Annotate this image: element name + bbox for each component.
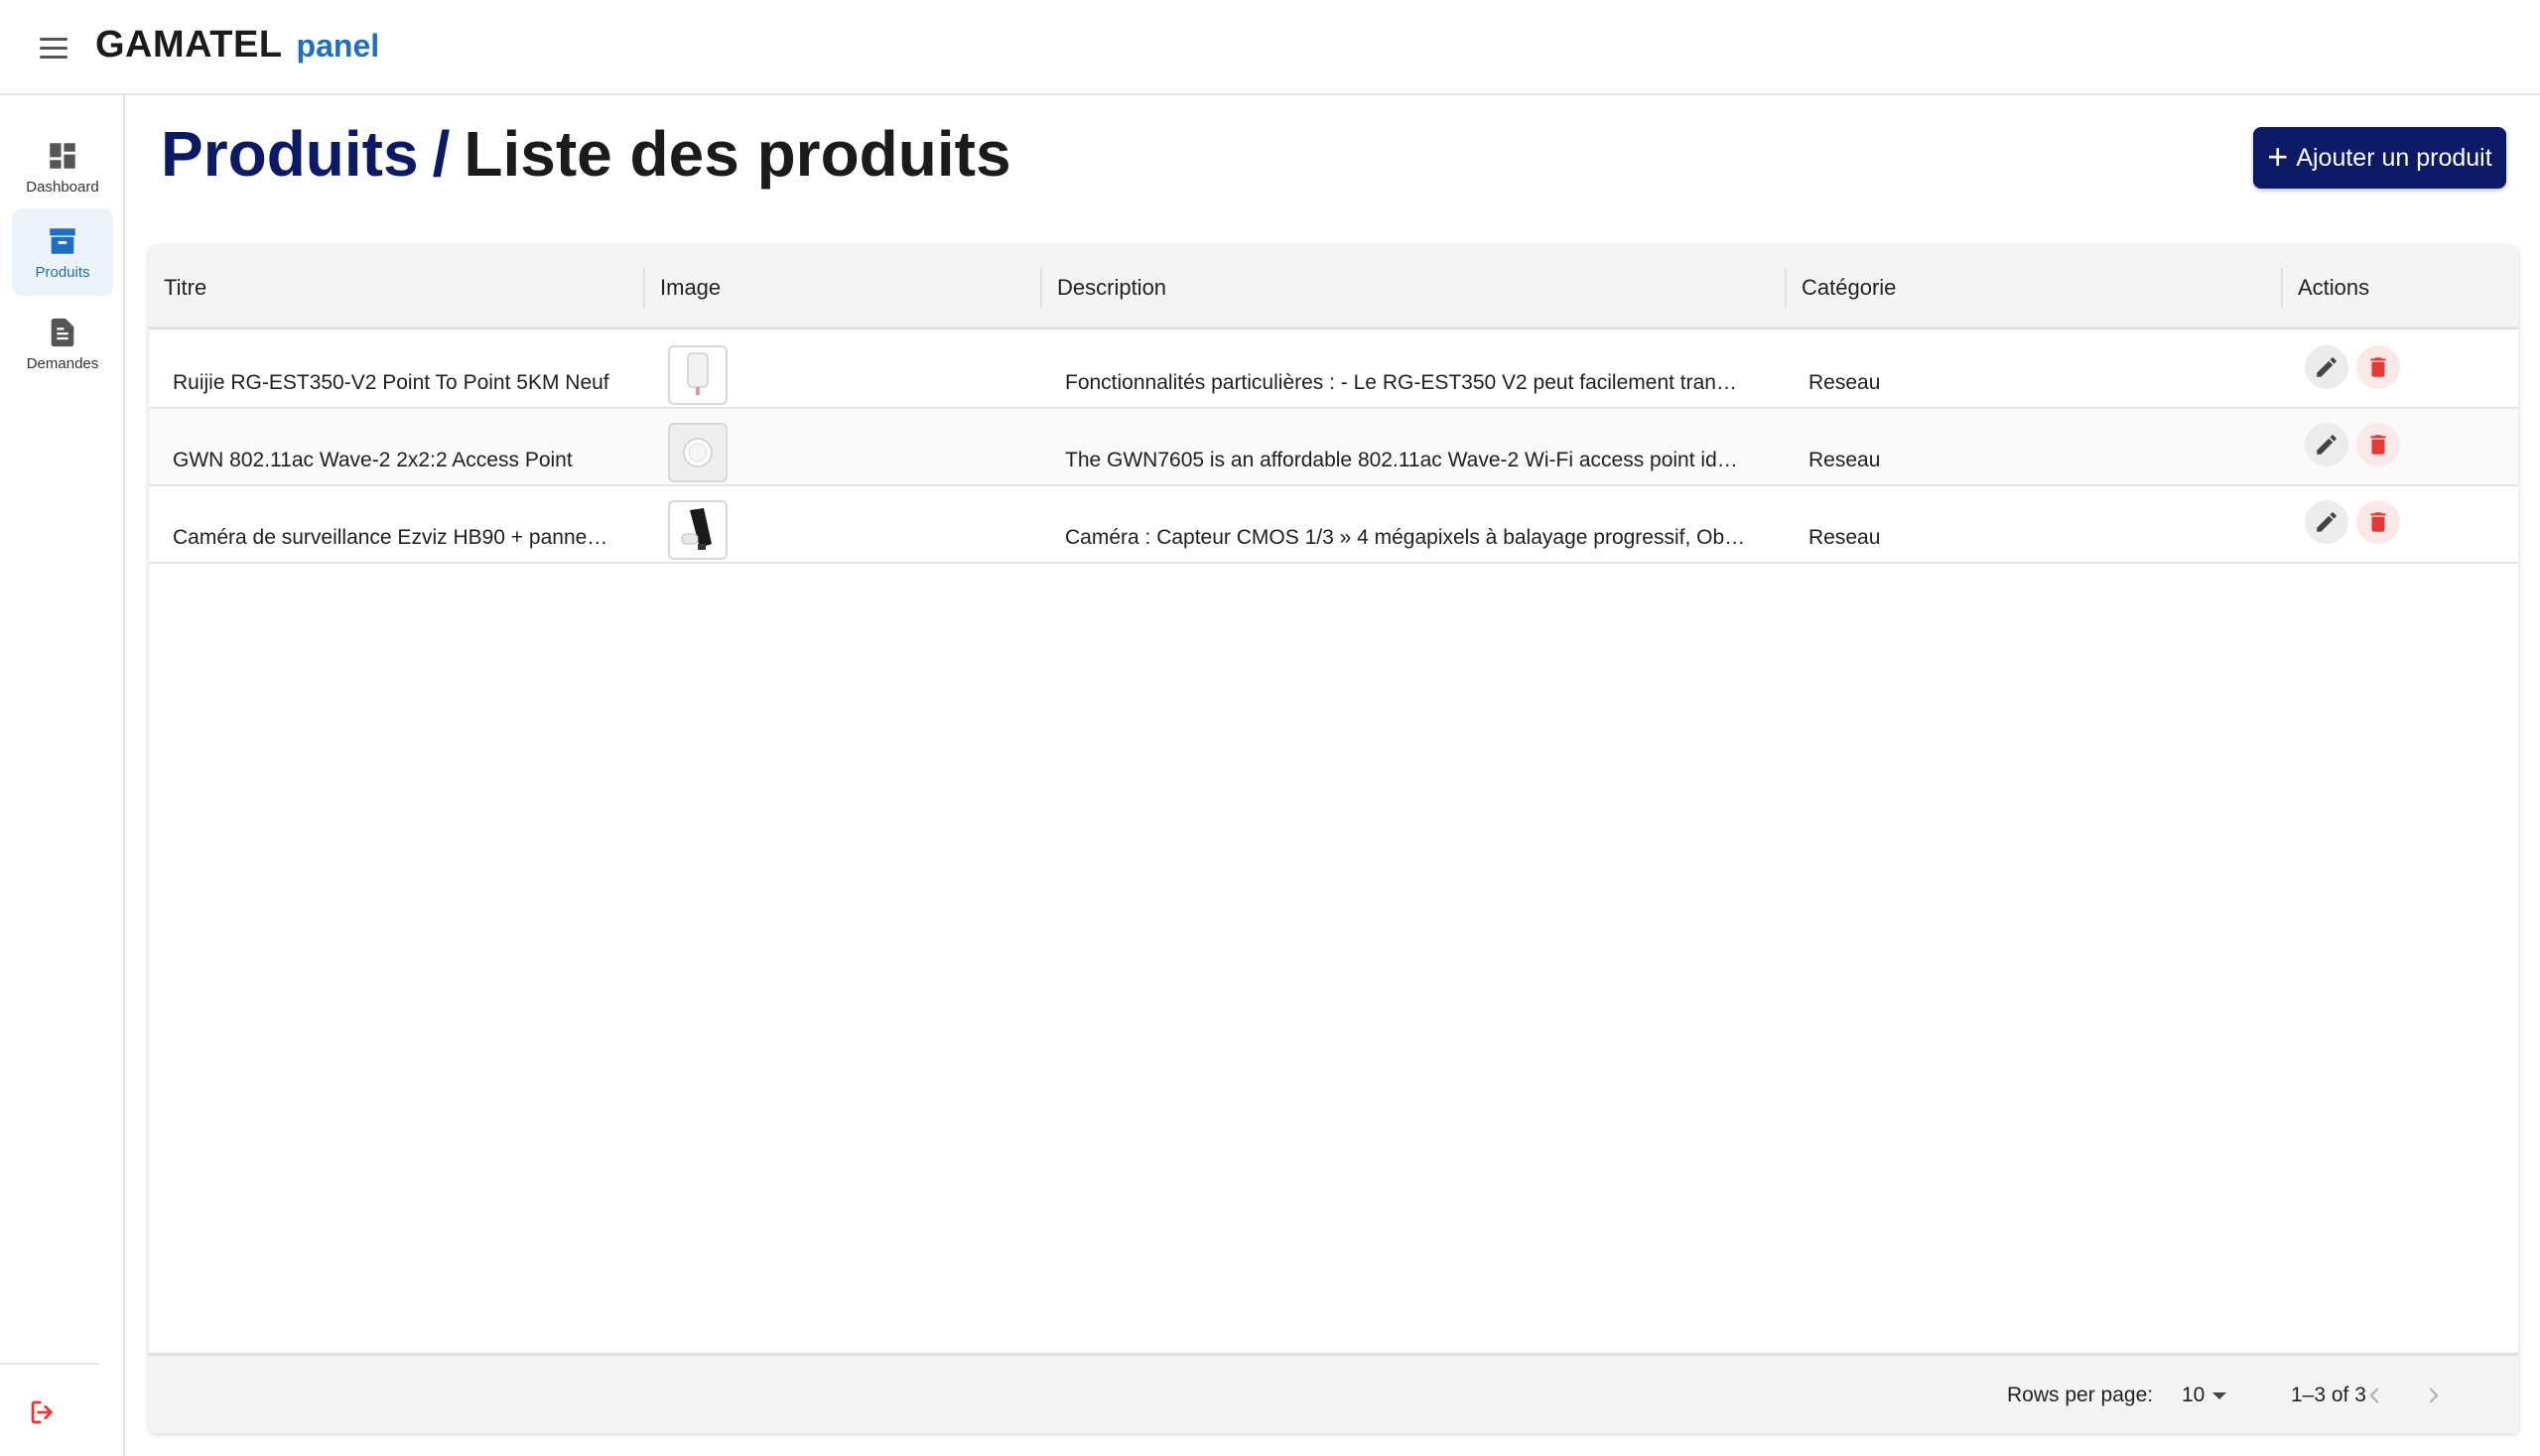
rows-per-page-select[interactable]: 10 [2182,1380,2245,1411]
page-title: Produits / Liste des produits [161,117,1011,197]
antenna-image-icon [687,352,709,395]
sidebar-item-demandes[interactable]: Demandes [12,300,113,387]
products-table: Titre Image Description Catégorie Action… [149,246,2518,1433]
sidebar-item-produits[interactable]: Produits [12,208,113,296]
logout-icon[interactable] [26,1395,60,1429]
access-point-image-icon [683,438,713,467]
edit-button[interactable] [2305,345,2348,389]
cell-title: Ruijie RG-EST350-V2 Point To Point 5KM N… [173,371,609,394]
delete-button[interactable] [2356,500,2400,544]
edit-button[interactable] [2305,500,2348,544]
dashboard-icon [46,139,79,173]
sidebar-item-dashboard[interactable]: Dashboard [12,123,113,210]
brand-name: GAMATEL [95,24,283,66]
brand-subtitle: panel [296,28,380,64]
product-thumbnail [668,500,728,560]
cell-description: Fonctionnalités particulières : - Le RG-… [1065,371,1737,394]
pencil-icon [2317,357,2337,377]
table-row[interactable]: Ruijie RG-EST350-V2 Point To Point 5KM N… [149,331,2518,409]
cell-description: Caméra : Capteur CMOS 1/3 » 4 mégapixels… [1065,526,1746,549]
column-header-categorie[interactable]: Catégorie [1787,246,2283,330]
breadcrumb-current: Liste des produits [464,118,1011,190]
breadcrumb-separator: / [432,118,451,190]
delete-button[interactable] [2356,423,2400,466]
sidebar-item-label: Produits [35,263,90,281]
sidebar-item-label: Demandes [26,354,99,372]
pencil-icon [2317,435,2337,455]
pencil-icon [2317,512,2337,532]
cell-title: GWN 802.11ac Wave-2 2x2:2 Access Point [173,449,573,471]
page-range: 1–3 of 3 [2291,1384,2366,1406]
sidebar-item-label: Dashboard [26,178,99,196]
chevron-left-icon [2369,1388,2379,1403]
table-row[interactable]: Caméra de surveillance Ezviz HB90 + pann… [149,486,2518,564]
cell-category: Reseau [1808,449,1881,471]
add-product-button[interactable]: + Ajouter un produit [2253,127,2506,189]
trash-icon [2370,435,2386,455]
sidebar-divider [0,1363,99,1365]
brand-logo: GAMATEL panel [95,24,379,71]
product-thumbnail [668,345,728,405]
edit-button[interactable] [2305,423,2348,466]
next-page-button[interactable] [2416,1378,2452,1413]
add-product-label: Ajouter un produit [2296,143,2492,172]
caret-down-icon [2212,1391,2227,1399]
rows-per-page-value: 10 [2182,1384,2206,1406]
cell-title: Caméra de surveillance Ezviz HB90 + pann… [173,526,608,549]
product-thumbnail [668,423,728,482]
rows-per-page-label: Rows per page: [2007,1384,2154,1406]
delete-button[interactable] [2356,345,2400,389]
plus-icon: + [2267,135,2289,177]
table-pagination: Rows per page: 10 1–3 of 3 [149,1353,2518,1433]
table-row[interactable]: GWN 802.11ac Wave-2 2x2:2 Access Point T… [149,409,2518,486]
table-header: Titre Image Description Catégorie Action… [149,246,2518,330]
hamburger-menu-icon[interactable] [30,28,77,67]
archive-box-icon [46,224,79,258]
sidebar: Dashboard Produits Demandes [0,95,125,1456]
column-header-image[interactable]: Image [645,246,1042,330]
cell-category: Reseau [1808,526,1881,549]
cell-description: The GWN7605 is an affordable 802.11ac Wa… [1065,449,1738,471]
column-header-description[interactable]: Description [1042,246,1787,330]
chevron-right-icon [2429,1388,2439,1403]
camera-solar-image-icon [681,508,712,550]
top-app-bar: GAMATEL panel [0,0,2540,95]
cell-category: Reseau [1808,371,1881,394]
document-icon [46,316,79,349]
column-header-titre[interactable]: Titre [149,246,645,330]
breadcrumb-produits[interactable]: Produits [161,118,419,190]
trash-icon [2370,357,2386,377]
previous-page-button[interactable] [2356,1378,2392,1413]
column-header-actions: Actions [2298,275,2370,300]
trash-icon [2370,512,2386,532]
